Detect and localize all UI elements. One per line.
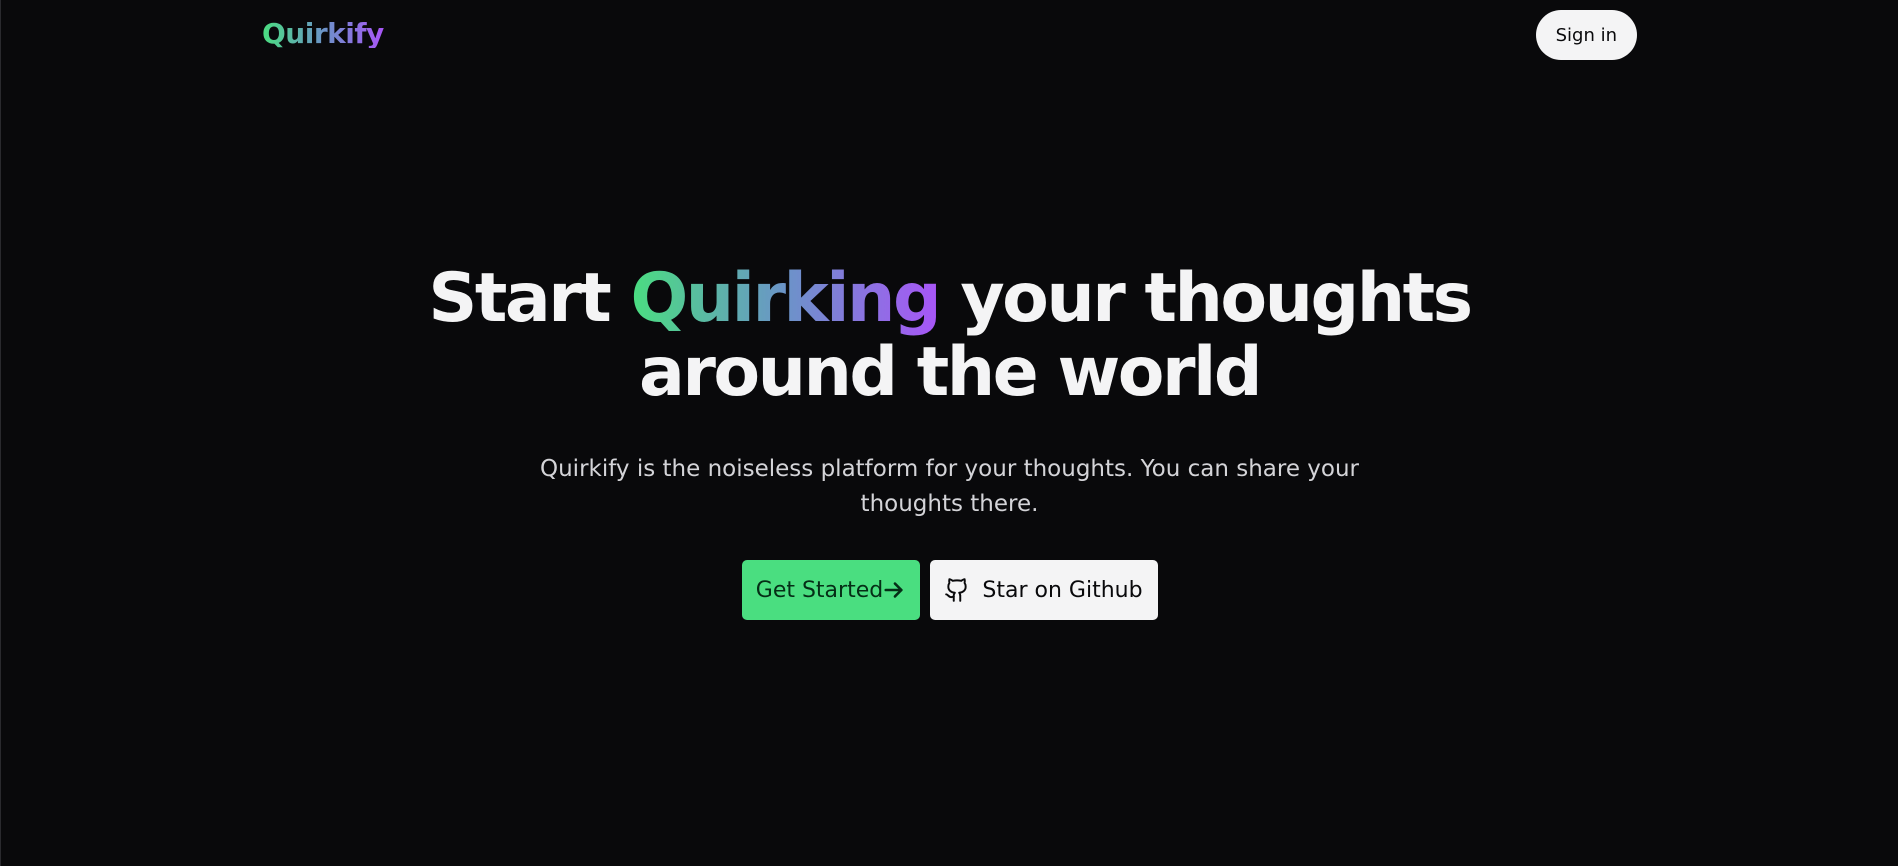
signin-button[interactable]: Sign in [1535,10,1637,60]
cta-row: Get Started Star on Github [741,560,1158,620]
get-started-button[interactable]: Get Started [741,560,920,620]
star-on-github-label: Star on Github [982,577,1143,603]
headline-suffix: your thoughts [939,259,1473,338]
arrow-right-icon [883,579,905,601]
headline-prefix: Start [428,259,631,338]
navbar: Quirkify Sign in [262,10,1637,60]
hero-section: Start Quirking your thoughts around the … [1,262,1898,620]
get-started-label: Get Started [755,577,884,603]
logo[interactable]: Quirkify [262,20,384,48]
star-on-github-button[interactable]: Star on Github [929,560,1158,620]
hero-headline: Start Quirking your thoughts around the … [428,259,1473,412]
github-icon [944,577,970,603]
hero-subheadline: Quirkify is the noiseless platform for y… [540,456,1359,517]
headline-line2: around the world [638,333,1263,412]
landing-page: Quirkify Sign in Start Quirking your tho… [0,0,1898,866]
headline-highlight: Quirking [630,259,941,338]
